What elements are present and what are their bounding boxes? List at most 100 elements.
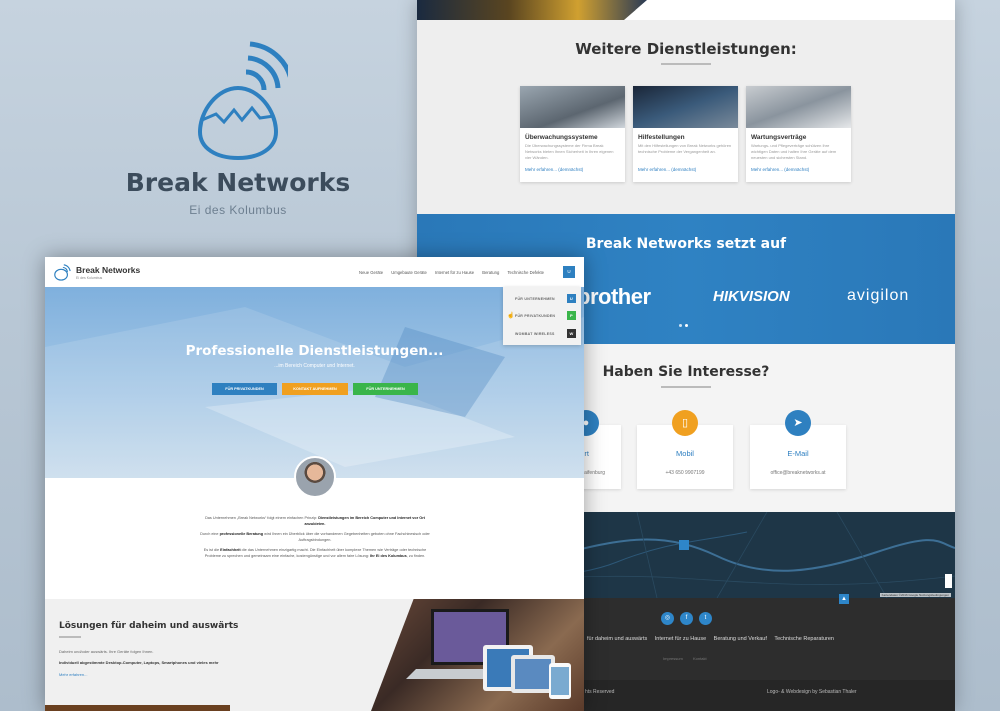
carousel-dot[interactable] [679,324,682,327]
founder-avatar [294,456,336,498]
typing-image [746,86,851,128]
solutions-section: Lösungen für daheim und auswärts Daheim … [45,599,584,711]
map-attribution: Kartendaten ©2016 Google Nutzungsbedingu… [879,593,951,597]
title-divider [59,636,81,638]
contact-label: Mobil [676,449,694,458]
text-strong: Dienstleistungen im Bereich Computer und… [304,516,425,526]
dropdown-item-label: FÜR PRIVATKUNDEN [515,314,556,318]
intro-paragraph: Es ist die Einfachheit die das Unternehm… [200,547,430,559]
nav-brand-name[interactable]: Break Networks [76,265,140,275]
solutions-title: Lösungen für daheim und auswärts [59,621,239,631]
dropdown-item-wombat[interactable]: WOMBAT WIRELESS W [503,327,581,341]
nav-link[interactable]: Internet für zu Hause [435,270,474,275]
dropdown-item-privatkunden[interactable]: ☝ FÜR PRIVATKUNDEN P [503,309,581,323]
contact-value: office@breaknetworks.at [770,470,826,476]
contact-value: +43 650 9907199 [665,470,705,476]
scroll-up-button[interactable]: ▲ [839,594,849,604]
text-span: Es ist die [203,548,221,552]
text-strong: professionelle Beratung [219,532,264,536]
service-card-link[interactable]: Mehr erfahren... (demnächst) [633,163,738,176]
devices-graphic [406,609,571,699]
service-card-title: Hilfestellungen [638,134,685,141]
nav-link[interactable]: Beratung [482,270,499,275]
unternehmen-button[interactable]: FÜR UNTERNEHMEN [353,383,418,395]
left-page-mockup: Break Networks Ei des Kolumbus Neue Gerä… [45,257,584,711]
footer-nav: für daheim und auswärts Internet für zu … [587,636,840,642]
nav-link[interactable]: Neue Geräte [359,270,383,275]
solutions-text: Daheim und/oder auswärts. Ihre Geräte fo… [59,649,154,654]
dropdown-item-badge: U [567,294,576,303]
dropdown-item-label: FÜR UNTERNEHMEN [515,297,555,301]
phone-icon: ▯ [672,410,698,436]
nav-link[interactable]: Technische Defekte [507,270,544,275]
nav-brand-tagline: Ei des Kolumbus [76,276,103,280]
footer-nav-item[interactable]: Beratung und Verkauf [714,636,767,642]
service-card[interactable]: Überwachungssysteme Die Überwachungssyst… [520,86,625,182]
nav-link[interactable]: Umgebaute Geräte [391,270,427,275]
footer-kontakt-link[interactable]: Kontakt [693,656,707,661]
service-card-title: Wartungsverträge [751,134,807,141]
top-navbar: Break Networks Ei des Kolumbus Neue Gerä… [45,257,584,287]
dropdown-item-badge: W [567,329,576,338]
service-card-link[interactable]: Mehr erfahren... (demnächst) [520,163,625,176]
dropdown-item-badge: P [567,311,576,320]
bottom-image-strip [45,705,230,711]
footer-nav-item[interactable]: für daheim und auswärts [587,636,647,642]
hero-subtitle: ...im Bereich Computer und Internet. [274,363,355,369]
hikvision-logo: HIKVISION [713,288,790,305]
devices-image [371,599,584,711]
intro-text: Das Unternehmen „Break Networks“ folgt e… [200,515,430,563]
service-card-text: Mit den Hilfestellungen von Break Networ… [638,143,732,154]
dropdown-menu: FÜR UNTERNEHMEN U ☝ FÜR PRIVATKUNDEN P W… [503,287,581,345]
text-span: , zu finden. [406,554,426,558]
menu-toggle-button[interactable]: U [563,266,575,278]
egg-wifi-logo-icon [197,41,288,160]
privatkunden-button[interactable]: FÜR PRIVATKUNDEN [212,383,277,395]
text-strong: Einfachheit [220,548,241,552]
solutions-more-link[interactable]: Mehr erfahren... [59,672,87,677]
cursor-hand-icon: ☝ [507,313,515,319]
service-card-text: Die Überwachungssysteme der Firma Break … [525,143,614,160]
camera-image [520,86,625,128]
title-divider [661,386,711,388]
footer-impressum-link[interactable]: Impressum [663,656,683,661]
title-divider [661,63,711,65]
service-card-title: Überwachungssysteme [525,134,598,141]
twitter-icon[interactable]: t [699,612,712,625]
contact-label: E-Mail [787,449,809,458]
text-span: wird Ihnen ein Überblick über die vorhan… [263,532,430,542]
credit-text: Logo- & Webdesign by Sebastian Thaler [767,689,857,695]
brand-tagline: Ei des Kolumbus [189,203,287,217]
services-section: Weitere Dienstleistungen: Überwachungssy… [417,20,955,214]
dropdown-item-label: WOMBAT WIRELESS [515,332,555,336]
text-span: Das Unternehmen „Break Networks“ folgt e… [205,516,319,520]
copyright-text: hts Reserved [585,689,615,695]
footer-nav-item[interactable]: Internet für zu Hause [655,636,706,642]
brand-name: Break Networks [125,168,351,197]
nav-links: Neue Geräte Umgebaute Geräte Internet fü… [352,270,544,275]
service-card[interactable]: Wartungsverträge Wartungs- und Pflegever… [746,86,851,182]
service-card[interactable]: Hilfestellungen Mit den Hilfestellungen … [633,86,738,182]
instagram-icon[interactable]: ◎ [661,612,674,625]
services-title: Weitere Dienstleistungen: [575,40,797,58]
solutions-text-bold: Individuell abgestimmte Desktop-Computer… [59,660,219,665]
avigilon-logo: avigilon [847,287,910,304]
dropdown-item-unternehmen[interactable]: FÜR UNTERNEHMEN U [503,292,581,306]
intro-paragraph: Durch eine professionelle Beratung wird … [200,531,430,543]
kontakt-button[interactable]: KONTAKT AUFNEHMEN [282,383,348,395]
laptop-image [633,86,738,128]
facebook-icon[interactable]: f [680,612,693,625]
carousel-dots[interactable] [679,314,691,332]
intro-paragraph: Das Unternehmen „Break Networks“ folgt e… [200,515,430,527]
text-span: Durch eine [200,532,220,536]
top-header-image [417,0,647,20]
send-icon: ➤ [785,410,811,436]
text-strong: Ihr Ei des Kolumbus [369,554,407,558]
brother-logo: brother [577,284,651,309]
service-card-link[interactable]: Mehr erfahren... (demnächst) [746,163,851,176]
carousel-dot[interactable] [685,324,688,327]
egg-logo-icon[interactable] [53,263,71,281]
hero-title: Professionelle Dienstleistungen... [185,343,444,359]
partners-title: Break Networks setzt auf [585,236,787,252]
footer-nav-item[interactable]: Technische Reparaturen [774,636,834,642]
